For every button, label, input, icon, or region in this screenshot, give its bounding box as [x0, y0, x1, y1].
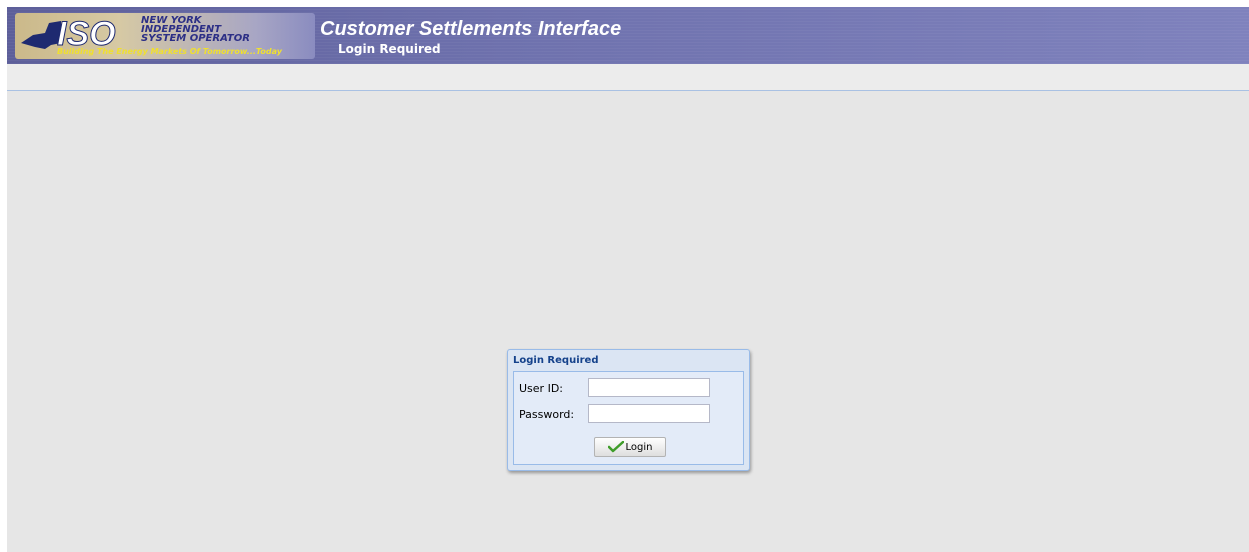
app-window: ISO NEW YORK INDEPENDENT SYSTEM OPERATOR…	[7, 7, 1249, 552]
header-bar: ISO NEW YORK INDEPENDENT SYSTEM OPERATOR…	[7, 7, 1249, 64]
page-subtitle: Login Required	[338, 42, 441, 56]
password-input[interactable]	[588, 404, 710, 423]
app-title: Customer Settlements Interface	[320, 18, 622, 40]
logo-line-3: SYSTEM OPERATOR	[141, 33, 250, 44]
nyiso-logo: ISO NEW YORK INDEPENDENT SYSTEM OPERATOR…	[15, 13, 315, 59]
password-label: Password:	[519, 408, 575, 421]
login-form: User ID: Password: Login	[513, 371, 744, 465]
login-button[interactable]: Login	[594, 437, 666, 457]
logo-tagline: Building The Energy Markets Of Tomorrow.…	[57, 47, 282, 56]
user-id-label: User ID:	[519, 382, 563, 395]
user-id-input[interactable]	[588, 378, 710, 397]
checkmark-icon	[607, 441, 624, 453]
login-button-label: Login	[625, 441, 653, 453]
toolbar-strip	[7, 64, 1249, 91]
dialog-title: Login Required	[513, 355, 599, 366]
login-dialog: Login Required User ID: Password: Login	[507, 349, 750, 471]
